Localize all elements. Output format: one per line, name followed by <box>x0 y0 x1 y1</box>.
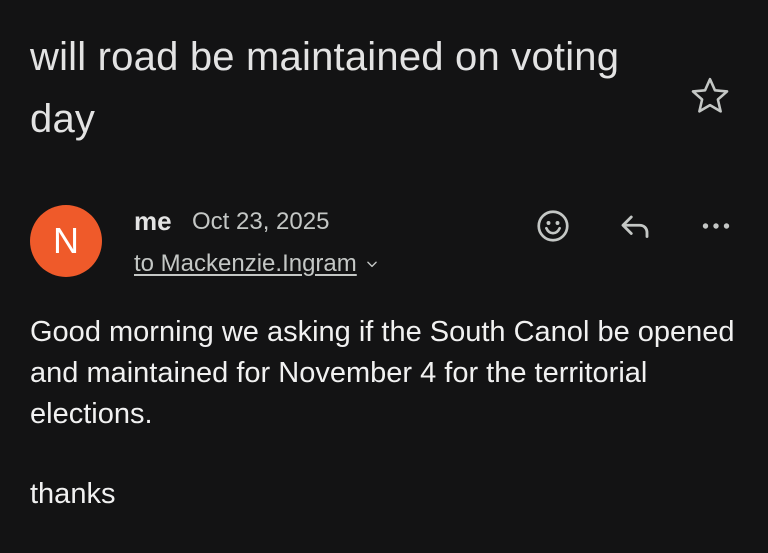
star-button[interactable] <box>686 72 734 120</box>
star-outline-icon <box>691 77 729 113</box>
email-body-paragraph: Good morning we asking if the South Cano… <box>30 316 735 430</box>
emoji-react-button[interactable] <box>531 204 575 248</box>
email-date: Oct 23, 2025 <box>192 208 330 235</box>
more-horizontal-icon <box>702 223 730 229</box>
chevron-down-icon <box>365 257 379 271</box>
recipient-line: to Mackenzie.Ingram <box>134 250 357 277</box>
sender-name: me <box>134 206 172 236</box>
reply-icon <box>621 215 649 238</box>
email-body: Good morning we asking if the South Cano… <box>30 312 740 435</box>
email-sign-off: thanks <box>30 478 116 510</box>
recipient-details-toggle[interactable]: to Mackenzie.Ingram <box>134 250 379 278</box>
more-options-button[interactable] <box>694 204 738 248</box>
email-subject: will road be maintained on voting day <box>30 35 620 141</box>
reply-button[interactable] <box>613 204 657 248</box>
sender-avatar[interactable]: N <box>30 205 102 277</box>
emoji-react-icon <box>537 210 569 242</box>
